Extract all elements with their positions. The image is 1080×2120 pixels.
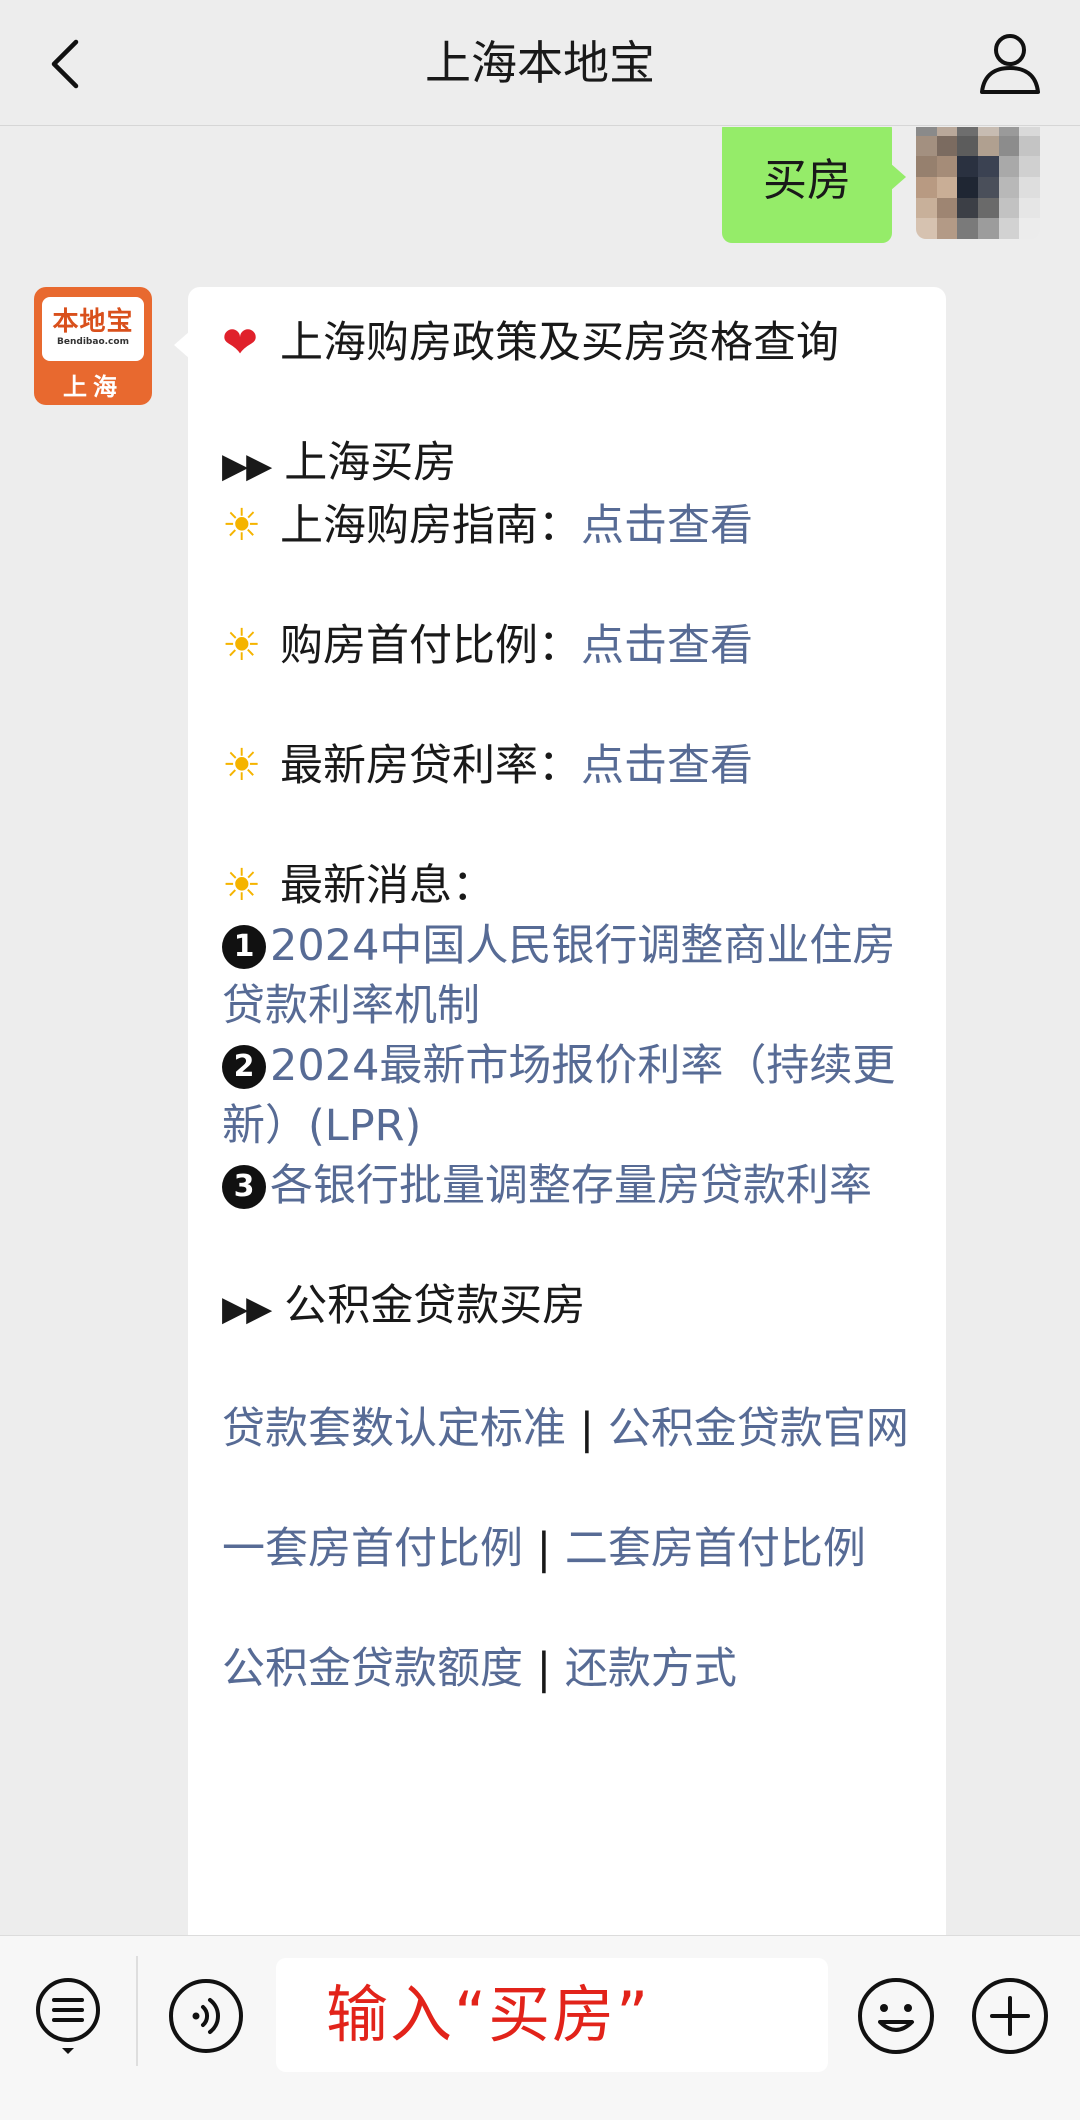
- section-heading-fund: ▶▶ 公积金贷款买房: [222, 1281, 586, 1331]
- logo-badge: 本地宝 Bendibao.com: [42, 297, 144, 361]
- sun-icon: ☀: [222, 500, 262, 551]
- rate-label: 最新房贷利率: [280, 741, 538, 791]
- section-heading-buy: ▶▶ 上海买房: [222, 438, 457, 488]
- guide-item: ☀ 上海购房指南：点击查看: [222, 496, 916, 556]
- user-message-bubble[interactable]: 买房: [722, 127, 906, 243]
- downpayment-view-link[interactable]: 点击查看: [581, 621, 753, 671]
- back-button[interactable]: [40, 34, 90, 94]
- bottom-input-bar: 输入“买房”: [0, 1935, 1080, 2120]
- message-title: 上海购房政策及买房资格查询: [280, 318, 839, 368]
- rate-view-link[interactable]: 点击查看: [581, 741, 753, 791]
- double-play-icon: ▶▶: [222, 1289, 272, 1329]
- double-play-icon: ▶▶: [222, 446, 272, 486]
- downpayment-item: ☀ 购房首付比例：点击查看: [222, 616, 916, 676]
- fund-loan-limit-link[interactable]: 公积金贷款额度: [222, 1644, 523, 1694]
- profile-button[interactable]: [978, 30, 1042, 96]
- news-link-1[interactable]: 2024中国人民银行调整商业住房贷款利率机制: [222, 921, 895, 1031]
- menu-button[interactable]: [34, 1976, 102, 2056]
- chat-area[interactable]: 买房 本地宝 Bendibao.com 上海 ❤ 上海购房政策及买房资格查询 ▶▶…: [0, 127, 1080, 1935]
- plus-icon: [972, 1978, 1048, 2054]
- link-row-3: 公积金贷款额度 | 还款方式: [222, 1644, 737, 1694]
- fund-official-site-link[interactable]: 公积金贷款官网: [608, 1404, 909, 1454]
- sun-icon: ☀: [222, 860, 262, 911]
- bot-message-bubble: ❤ 上海购房政策及买房资格查询 ▶▶ 上海买房 ☀ 上海购房指南：点击查看 ☀ 购房首付…: [174, 287, 946, 1935]
- emoji-button[interactable]: [856, 1976, 936, 2056]
- voice-button[interactable]: [168, 1978, 244, 2054]
- top-nav-bar: 上海本地宝: [0, 0, 1080, 126]
- emoji-icon: [858, 1978, 934, 2054]
- first-home-downpayment-link[interactable]: 一套房首付比例: [222, 1524, 523, 1574]
- news-item-1: 1 2024中国人民银行调整商业住房贷款利率机制: [222, 916, 916, 1036]
- rate-item: ☀ 最新房贷利率：点击查看: [222, 736, 916, 796]
- heart-icon: ❤: [222, 318, 259, 368]
- news-link-2[interactable]: 2024最新市场报价利率（持续更新）(LPR): [222, 1041, 895, 1151]
- user-icon: [980, 34, 1040, 94]
- logo-brand-text: 本地宝: [52, 307, 134, 337]
- chat-title: 上海本地宝: [425, 36, 655, 90]
- news-heading: ☀ 最新消息：: [222, 856, 916, 916]
- user-message-row: 买房: [0, 127, 1080, 247]
- message-title-line: ❤ 上海购房政策及买房资格查询: [222, 313, 916, 373]
- message-input[interactable]: 输入“买房”: [276, 1958, 828, 2072]
- voice-icon: [169, 1979, 243, 2053]
- sun-icon: ☀: [222, 620, 262, 671]
- news-item-3: 3 各银行批量调整存量房贷款利率: [222, 1156, 916, 1216]
- number-three-icon: 3: [222, 1165, 266, 1209]
- guide-label: 上海购房指南: [280, 501, 538, 551]
- second-home-downpayment-link[interactable]: 二套房首付比例: [565, 1524, 866, 1574]
- more-button[interactable]: [970, 1976, 1050, 2056]
- news-item-2: 2 2024最新市场报价利率（持续更新）(LPR): [222, 1036, 916, 1156]
- news-link-3[interactable]: 各银行批量调整存量房贷款利率: [270, 1161, 872, 1211]
- downpayment-label: 购房首付比例: [280, 621, 538, 671]
- official-account-avatar[interactable]: 本地宝 Bendibao.com 上海: [34, 287, 152, 405]
- number-two-icon: 2: [222, 1045, 266, 1089]
- logo-domain-text: Bendibao.com: [57, 337, 129, 347]
- number-one-icon: 1: [222, 925, 266, 969]
- user-avatar[interactable]: [916, 127, 1040, 239]
- repayment-method-link[interactable]: 还款方式: [565, 1644, 737, 1694]
- chevron-left-icon: [51, 39, 79, 89]
- sun-icon: ☀: [222, 740, 262, 791]
- link-row-1: 贷款套数认定标准 | 公积金贷款官网: [222, 1404, 909, 1454]
- menu-list-icon: [36, 1978, 100, 2054]
- loan-count-standard-link[interactable]: 贷款套数认定标准: [222, 1404, 566, 1454]
- logo-city-text: 上海: [63, 373, 123, 401]
- link-row-2: 一套房首付比例 | 二套房首付比例: [222, 1524, 866, 1574]
- guide-view-link[interactable]: 点击查看: [581, 501, 753, 551]
- bar-divider: [136, 1956, 138, 2066]
